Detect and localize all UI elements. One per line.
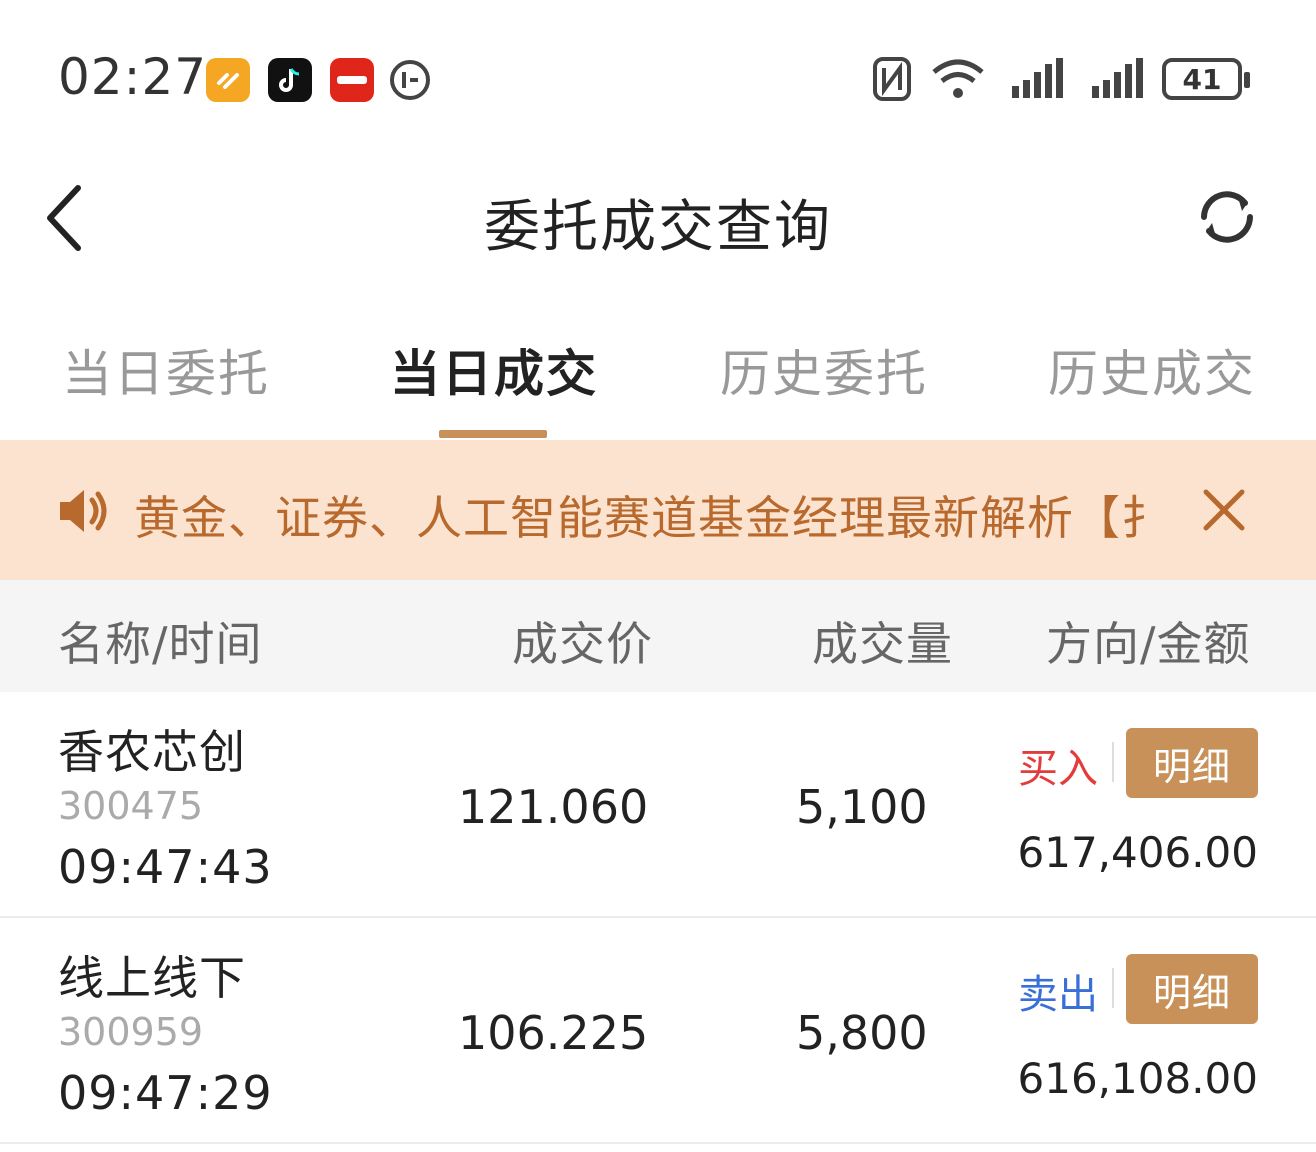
trade-amount: 616,108.00 [1017, 1054, 1258, 1103]
circle-app-icon [388, 58, 432, 102]
tab-history-trades[interactable]: 历史成交 [1048, 334, 1256, 406]
speaker-icon [56, 484, 112, 538]
column-price: 成交价 [512, 617, 653, 671]
status-bar: 02:27 41 [0, 0, 1316, 150]
divider [1112, 968, 1114, 1008]
table-header: 名称/时间 成交价 成交量 方向/金额 [0, 580, 1316, 692]
trade-quantity: 5,100 [796, 780, 928, 834]
page-title: 委托成交查询 [484, 195, 832, 260]
tab-today-orders[interactable]: 当日委托 [62, 334, 270, 406]
detail-button[interactable]: 明细 [1126, 728, 1258, 798]
refresh-icon[interactable] [1190, 180, 1264, 254]
tab-bar: 当日委托 当日成交 历史委托 历史成交 [0, 300, 1316, 440]
column-direction-amount: 方向/金额 [1046, 617, 1251, 671]
notice-banner[interactable]: 黄金、证券、人工智能赛道基金经理最新解析【扌 [0, 440, 1316, 580]
trade-time: 09:47:43 [58, 840, 273, 894]
tiktok-icon [268, 58, 312, 102]
nfc-icon [872, 56, 912, 106]
notice-text[interactable]: 黄金、证券、人工智能赛道基金经理最新解析【扌 [134, 482, 1180, 542]
trade-price: 106.225 [458, 1006, 649, 1060]
trade-direction: 买入 [1018, 746, 1098, 792]
table-row[interactable]: 线上线下 300959 09:47:29 106.225 5,800 卖出 明细… [0, 918, 1316, 1144]
stock-code: 300959 [58, 1010, 204, 1054]
stock-code: 300475 [58, 784, 204, 828]
header: 委托成交查询 [0, 150, 1316, 290]
signal-icon [1090, 56, 1146, 106]
tab-history-orders[interactable]: 历史委托 [720, 334, 928, 406]
red-app-icon [330, 58, 374, 102]
stock-name: 香农芯创 [58, 725, 246, 779]
trade-price: 121.060 [458, 780, 649, 834]
detail-button[interactable]: 明细 [1126, 954, 1258, 1024]
tab-indicator [439, 430, 547, 438]
battery-icon: 41 [1162, 58, 1250, 100]
divider [1112, 742, 1114, 782]
signal-icon [1010, 56, 1066, 106]
trade-quantity: 5,800 [796, 1006, 928, 1060]
table-row[interactable]: 香农芯创 300475 09:47:43 121.060 5,100 买入 明细… [0, 692, 1316, 918]
column-quantity: 成交量 [812, 617, 953, 671]
close-icon[interactable] [1198, 484, 1250, 536]
tab-today-trades[interactable]: 当日成交 [390, 334, 598, 406]
trade-direction: 卖出 [1018, 972, 1098, 1018]
orange-app-icon [206, 58, 250, 102]
column-name-time: 名称/时间 [58, 617, 263, 671]
wifi-icon [930, 56, 986, 106]
status-time: 02:27 [58, 48, 208, 106]
trade-amount: 617,406.00 [1017, 828, 1258, 877]
trade-time: 09:47:29 [58, 1066, 273, 1120]
stock-name: 线上线下 [58, 951, 246, 1005]
